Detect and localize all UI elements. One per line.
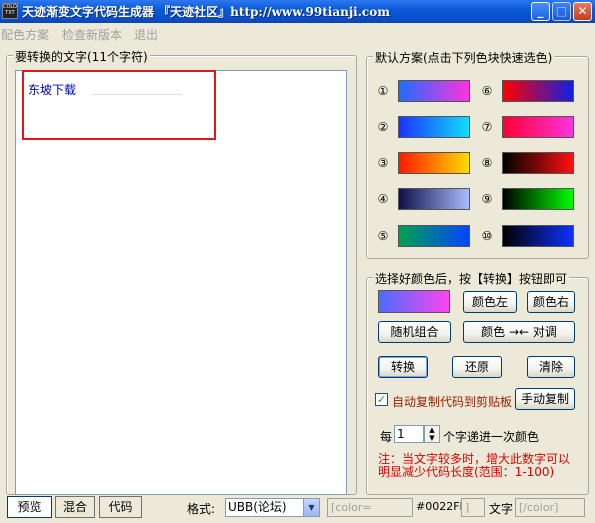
convert-button[interactable]: 转换 — [378, 356, 428, 378]
preset-swatch-8[interactable] — [502, 152, 574, 174]
menu-bar: 配色方案 检查新版本 退出 — [0, 24, 595, 42]
current-gradient-preview — [378, 290, 450, 313]
format-select[interactable]: UBB(论坛) ▼ — [225, 498, 320, 517]
chevron-down-icon[interactable]: ▼ — [303, 499, 319, 516]
close-button[interactable]: ✕ — [573, 2, 592, 21]
preset-swatch-1[interactable] — [398, 80, 470, 102]
color-left-button[interactable]: 颜色左 — [463, 291, 517, 313]
color-open-tag-field: [color= — [327, 498, 413, 517]
clear-button[interactable]: 清除 — [527, 356, 575, 378]
color-value-text: #0022FF — [416, 500, 466, 513]
spin-up-icon[interactable]: ▲ — [425, 426, 439, 434]
tab-mix[interactable]: 混合 — [55, 496, 95, 518]
every-suffix-label: 个字递进一次颜色 — [443, 430, 540, 444]
preset-swatch-3[interactable] — [398, 152, 470, 174]
preset-swatch-6[interactable] — [502, 80, 574, 102]
menu-check-update[interactable]: 检查新版本 — [62, 26, 122, 43]
minimize-icon: _ — [537, 4, 544, 18]
swap-colors-button[interactable]: 颜色 →← 对调 — [463, 321, 575, 343]
preset-number-9: ⑨ — [481, 192, 493, 206]
maximize-button[interactable]: □ — [552, 2, 571, 21]
controls-group-title: 选择好颜色后，按【转换】按钮即可 — [373, 270, 570, 287]
preset-swatch-9[interactable] — [502, 188, 574, 210]
checkmark-icon: ✓ — [376, 393, 387, 406]
title-bar[interactable]: COLOR TXT 天迹渐变文字代码生成器 『天迹社区』http://www.9… — [0, 0, 595, 23]
color-close-tag-field: [/color] — [515, 498, 585, 517]
note-line-2: 明显减少代码长度(范围：1-100) — [378, 465, 555, 479]
format-select-value: UBB(论坛) — [228, 500, 287, 514]
preset-swatch-2[interactable] — [398, 116, 470, 138]
step-count-spinner[interactable]: ▲ ▼ — [424, 425, 440, 443]
preset-swatch-10[interactable] — [502, 225, 574, 247]
highlight-annotation-box — [22, 70, 216, 140]
preset-swatch-5[interactable] — [398, 225, 470, 247]
tab-preview[interactable]: 预览 — [7, 496, 52, 518]
close-icon: ✕ — [577, 4, 588, 18]
random-combo-button[interactable]: 随机组合 — [378, 321, 451, 343]
menu-exit[interactable]: 退出 — [134, 26, 158, 43]
tab-code[interactable]: 代码 — [99, 496, 142, 518]
auto-copy-checkbox[interactable]: ✓ — [375, 393, 388, 406]
color-right-button[interactable]: 颜色右 — [527, 291, 575, 313]
preset-swatch-7[interactable] — [502, 116, 574, 138]
preset-number-3: ③ — [377, 156, 389, 170]
app-logo-icon: COLOR TXT — [2, 3, 18, 19]
step-count-input[interactable]: 1 — [394, 425, 424, 443]
app-window: COLOR TXT 天迹渐变文字代码生成器 『天迹社区』http://www.9… — [0, 0, 595, 523]
menu-color-scheme[interactable]: 配色方案 — [1, 26, 49, 43]
preset-number-1: ① — [377, 84, 389, 98]
format-label: 格式: — [187, 502, 216, 516]
preset-number-10: ⑩ — [481, 229, 493, 243]
manual-copy-button[interactable]: 手动复制 — [515, 388, 575, 410]
preset-swatch-4[interactable] — [398, 188, 470, 210]
text-input-group-title: 要转换的文字(11个字符) — [13, 48, 150, 65]
preset-number-6: ⑥ — [481, 84, 493, 98]
maximize-icon: □ — [555, 4, 568, 18]
every-prefix-label: 每 — [380, 430, 393, 444]
text-label: 文字 — [489, 502, 514, 516]
preset-number-4: ④ — [377, 192, 389, 206]
preset-number-2: ② — [377, 120, 389, 134]
preset-number-8: ⑧ — [481, 156, 493, 170]
auto-copy-label: 自动复制代码到剪贴板 — [392, 395, 513, 409]
restore-button[interactable]: 还原 — [452, 356, 502, 378]
close-bracket-field: ] — [461, 498, 485, 517]
preset-group-title: 默认方案(点击下列色块快速选色) — [373, 49, 555, 66]
window-title: 天迹渐变文字代码生成器 『天迹社区』http://www.99tianji.co… — [22, 5, 390, 19]
minimize-button[interactable]: _ — [531, 2, 550, 21]
preset-number-5: ⑤ — [377, 229, 389, 243]
spin-down-icon[interactable]: ▼ — [425, 434, 439, 442]
preset-number-7: ⑦ — [481, 120, 493, 134]
